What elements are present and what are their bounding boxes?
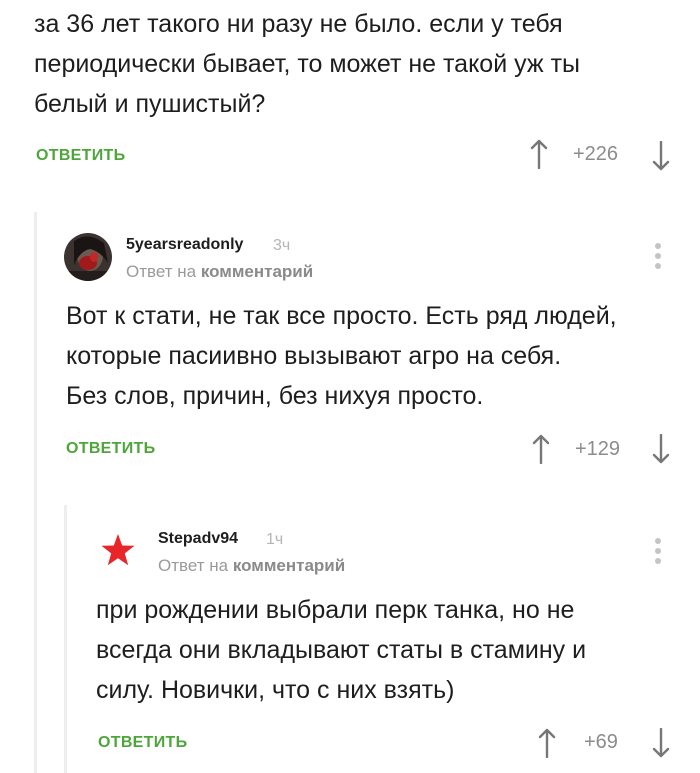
rating-count: +129 [575, 438, 621, 460]
username[interactable]: Stepadv94 [158, 530, 238, 548]
red-star-icon[interactable] [94, 526, 142, 574]
thread-line-level-2 [64, 505, 67, 773]
arrow-down-icon[interactable] [652, 434, 670, 464]
avatar[interactable] [64, 233, 112, 281]
more-vertical-icon[interactable] [654, 538, 662, 566]
rating-count: +226 [573, 143, 619, 165]
arrow-down-icon[interactable] [652, 141, 670, 171]
comment-line: Вот к стати, не так все просто. Есть ряд… [66, 302, 617, 330]
reply-to-prefix: Ответ на [126, 262, 201, 281]
more-vertical-icon[interactable] [654, 243, 662, 271]
reply-to-link[interactable]: Ответ на комментарий [158, 556, 345, 576]
comment-line: при рождении выбрали перк танка, но не [96, 596, 575, 624]
username[interactable]: 5yearsreadonly [126, 236, 243, 254]
comment-line: периодически бывает, то может не такой у… [34, 50, 580, 78]
reply-to-prefix: Ответ на [158, 556, 233, 575]
reply-button[interactable]: ОТВЕТИТЬ [36, 147, 125, 165]
timestamp: 3ч [273, 237, 291, 254]
rating-count: +69 [584, 731, 618, 753]
reply-button[interactable]: ОТВЕТИТЬ [98, 734, 187, 752]
comment-line: белый и пушистый? [34, 90, 266, 118]
arrow-up-icon[interactable] [532, 434, 550, 464]
reply-to-link[interactable]: Ответ на комментарий [126, 262, 313, 282]
reply-to-target[interactable]: комментарий [201, 262, 313, 281]
comment-line: которые пасиивно вызывают агро на себя. [66, 342, 562, 370]
arrow-down-icon[interactable] [652, 728, 670, 758]
timestamp: 1ч [266, 531, 284, 548]
comment-1-text: Вот к стати, не так все просто. Есть ряд… [66, 296, 686, 416]
arrow-up-icon[interactable] [538, 728, 556, 758]
comment-line: силу. Новички, что с них взять) [96, 676, 455, 704]
thread-line-level-1 [34, 212, 37, 773]
comment-2-text: при рождении выбрали перк танка, но не в… [96, 590, 686, 710]
arrow-up-icon[interactable] [530, 139, 548, 169]
comment-line: Без слов, причин, без нихуя просто. [66, 382, 484, 410]
comment-line: за 36 лет такого ни разу не было. если у… [34, 10, 563, 38]
reply-button[interactable]: ОТВЕТИТЬ [66, 440, 155, 458]
reply-to-target[interactable]: комментарий [233, 556, 345, 575]
comment-top-text: за 36 лет такого ни разу не было. если у… [34, 4, 674, 124]
comment-line: всегда они вкладывают статы в стамину и [96, 636, 587, 664]
